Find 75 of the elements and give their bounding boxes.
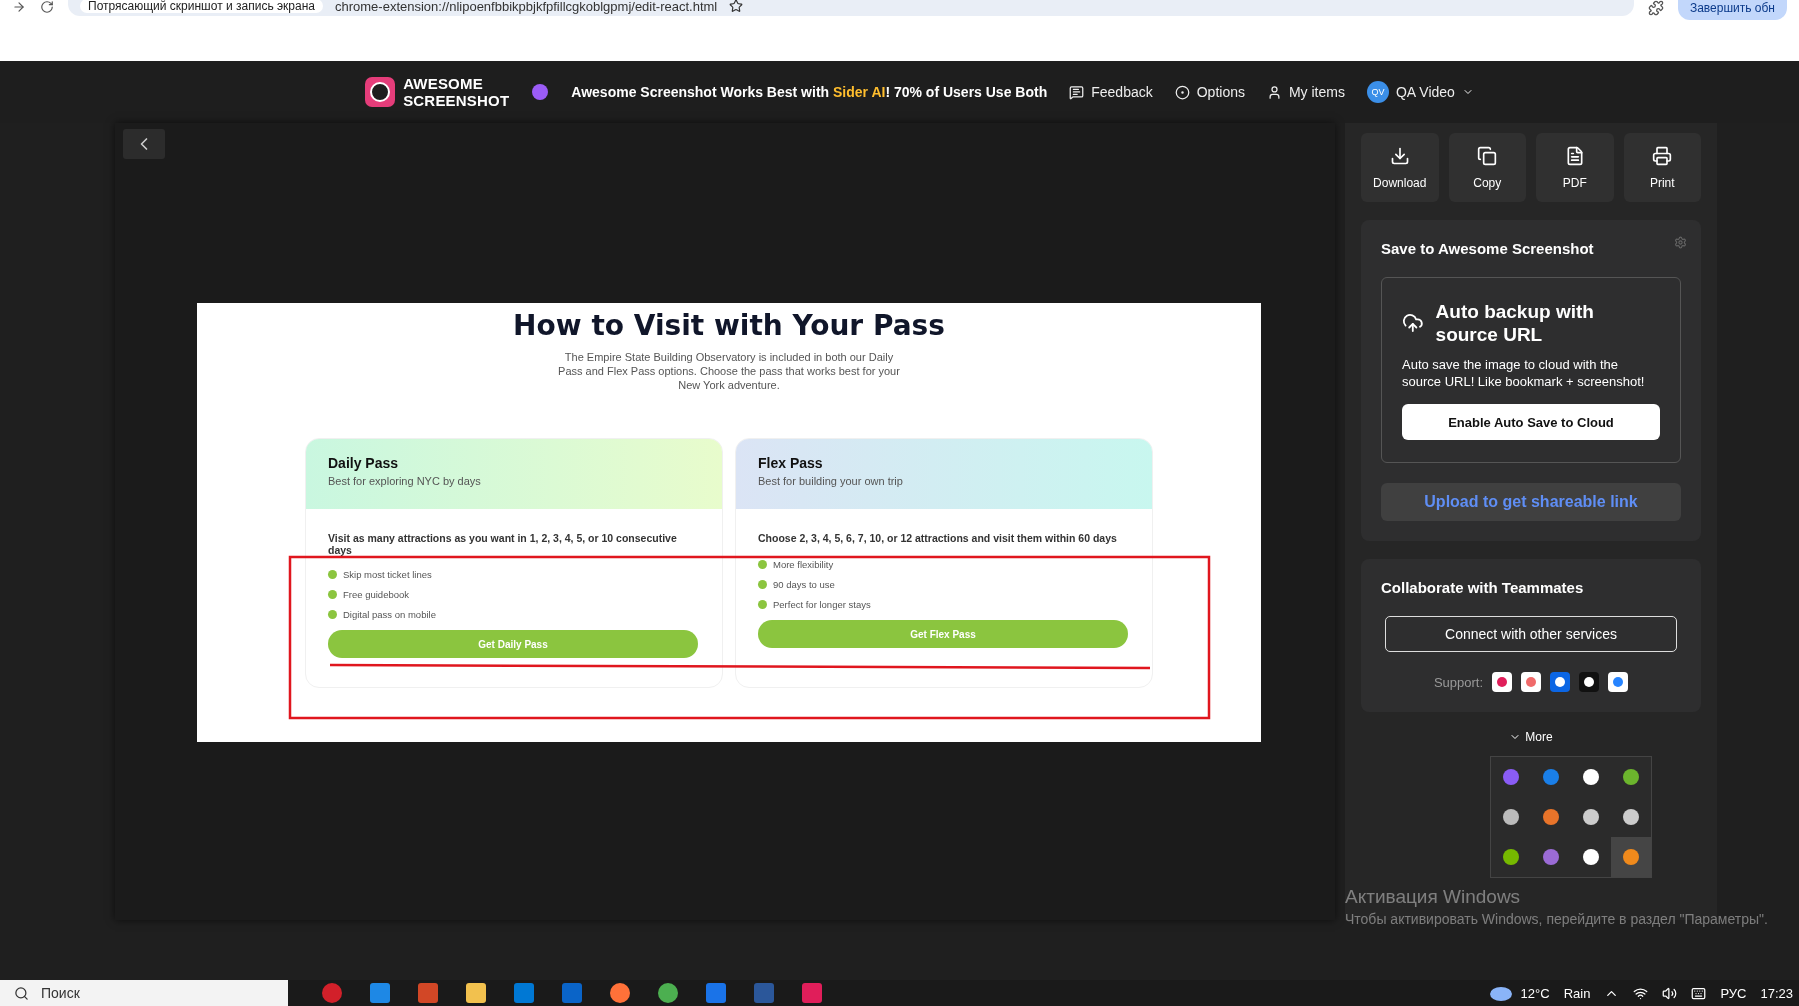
temperature-text: 12°C (1520, 985, 1550, 1001)
address-bar[interactable]: Потрясающий скриншот и запись экрана chrome-extension://nlipoenfbbikpbjkfpfillcgkoblgpmj/edit-react.html (68, 0, 1634, 16)
download-icon (1389, 145, 1410, 166)
tray-icon[interactable] (1622, 808, 1640, 826)
feature-text: Free guidebook (343, 588, 410, 600)
extensions-icon[interactable] (1647, 0, 1664, 16)
logo-text: AWESOME SCREENSHOT (403, 75, 510, 109)
reload-icon[interactable] (40, 0, 54, 14)
card-subtitle: Best for exploring NYC by days (328, 475, 482, 487)
action-button[interactable]: Print (1623, 133, 1701, 202)
service-icon[interactable] (1492, 672, 1513, 692)
update-button[interactable]: Завершить обн (1677, 0, 1787, 20)
tray-icon[interactable] (1502, 808, 1520, 826)
feature-text: 90 days to use (773, 578, 835, 590)
search-field[interactable]: Поиск (0, 980, 288, 1006)
feature-text: Skip most ticket lines (343, 568, 432, 580)
promo-banner[interactable]: Awesome Screenshot Works Best with Sider AI! 70% of Users Use Both (571, 84, 1048, 100)
activation-title: Активация Windows (1345, 886, 1522, 908)
tray-icon[interactable] (1502, 848, 1520, 866)
feature-text: More flexibility (773, 558, 834, 570)
action-button[interactable]: Copy (1448, 133, 1526, 202)
tray-icon[interactable] (1582, 808, 1600, 826)
options-icon (1174, 84, 1190, 100)
keyboard-icon[interactable] (1691, 985, 1707, 1001)
service-icon[interactable] (1608, 672, 1629, 692)
backup-heading: Auto backup with source URL (1435, 300, 1595, 346)
feature-text: Digital pass on mobile (343, 608, 436, 620)
feature-text: Perfect for longer stays (773, 598, 871, 610)
page-title: Потрясающий скриншот и запись экрана (80, 0, 323, 13)
feedback-icon (1069, 84, 1085, 100)
tray-icon[interactable] (1582, 848, 1600, 866)
app-icon[interactable] (610, 983, 630, 1003)
app-icon[interactable] (658, 983, 678, 1003)
card-title: Flex Pass (758, 455, 824, 471)
weather-text: Rain (1563, 985, 1591, 1001)
user-icon (1266, 84, 1282, 100)
service-icon[interactable] (1550, 672, 1571, 692)
volume-icon[interactable] (1662, 985, 1678, 1001)
print-icon (1652, 145, 1673, 166)
support-label: Support: (1433, 674, 1484, 690)
forward-icon[interactable] (12, 0, 26, 14)
logo-icon (365, 77, 396, 107)
nav-link[interactable]: Feedback (1069, 84, 1153, 100)
card-description: Choose 2, 3, 4, 5, 6, 7, 10, or 12 attractions and visit them within 60 days (758, 532, 1118, 544)
more-link[interactable]: More (1509, 730, 1553, 744)
page-heading: How to Visit with Your Pass (513, 309, 945, 342)
user-menu[interactable]: QV QA Video (1366, 81, 1474, 103)
clock-text[interactable]: 17:23 (1760, 985, 1793, 1001)
tray-icon[interactable] (1582, 768, 1600, 786)
nav-link[interactable]: Options (1174, 84, 1245, 100)
search-input[interactable]: Поиск (39, 984, 189, 1002)
intro-text: The Empire State Building Observatory is included in both our Daily Pass and Flex Pass options. Choose the pass that works best for your New York adventure. (557, 350, 901, 392)
action-button[interactable]: Download (1361, 133, 1439, 202)
activation-text: Чтобы активировать Windows, перейдите в раздел "Параметры". (1345, 911, 1768, 927)
copy-icon (1477, 145, 1498, 166)
enable-auto-save-button[interactable]: Enable Auto Save to Cloud (1402, 404, 1660, 440)
network-icon[interactable] (1633, 985, 1649, 1001)
service-icon[interactable] (1521, 672, 1542, 692)
url-text: chrome-extension://nlipoenfbbikpbjkfpfillcgkoblgpmj/edit-react.html (335, 0, 718, 14)
card-title: Daily Pass (328, 455, 400, 471)
connect-button[interactable]: Connect with other services (1385, 616, 1677, 652)
card-heading: Collaborate with Teammates (1381, 579, 1585, 596)
card-heading: Save to Awesome Screenshot (1381, 240, 1595, 257)
app-icon[interactable] (322, 983, 342, 1003)
backup-description: Auto save the image to cloud with the source URL! Like bookmark + screenshot! (1402, 356, 1646, 390)
card-description: Visit as many attractions as you want in 1, 2, 3, 4, 5, or 10 consecutive days (328, 532, 678, 556)
nav-link[interactable]: My items (1266, 84, 1345, 100)
service-icon[interactable] (1579, 672, 1600, 692)
card-subtitle: Best for building your own trip (758, 475, 904, 487)
tray-icon[interactable] (1622, 768, 1640, 786)
search-icon (14, 985, 29, 1001)
bookmark-icon[interactable] (729, 0, 744, 13)
weather-icon (1488, 985, 1513, 1001)
action-button[interactable]: PDF (1536, 133, 1614, 202)
language-indicator[interactable]: РУС (1720, 985, 1747, 1001)
